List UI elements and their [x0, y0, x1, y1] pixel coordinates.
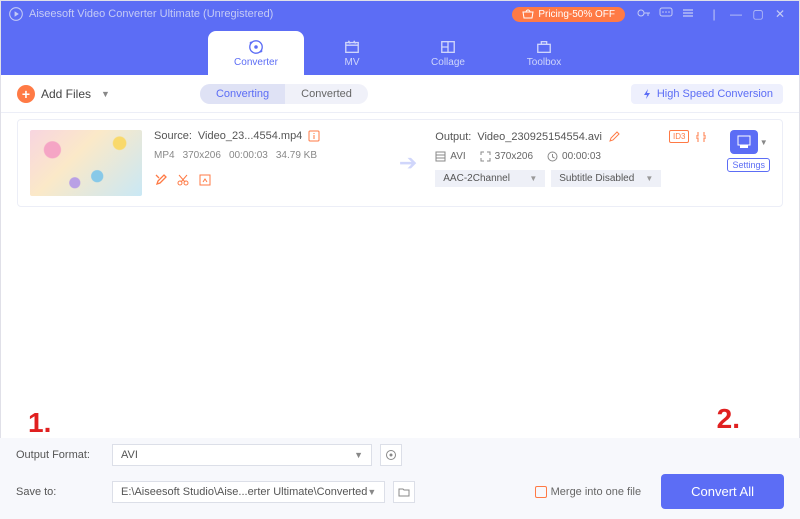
compress-icon[interactable] [695, 131, 707, 143]
format-profile-button[interactable] [730, 130, 758, 154]
source-block: Source: Video_23...4554.mp4 MP4 370x206 … [154, 130, 381, 187]
merge-checkbox[interactable]: Merge into one file [535, 486, 642, 498]
convert-all-button[interactable]: Convert All [661, 474, 784, 509]
clock-icon [547, 151, 558, 162]
source-duration: 00:00:03 [229, 150, 268, 161]
film-icon [435, 151, 446, 162]
output-filename: Video_230925154554.avi [477, 131, 602, 143]
audio-select[interactable]: AAC-2Channel▼ [435, 170, 545, 187]
toolbar: + Add Files ▼ Converting Converted High … [1, 75, 799, 113]
menu-icon[interactable] [677, 7, 699, 22]
open-folder-button[interactable] [393, 481, 415, 503]
output-duration: 00:00:03 [562, 151, 601, 162]
high-speed-button[interactable]: High Speed Conversion [631, 84, 783, 104]
settings-button[interactable]: Settings [727, 158, 770, 172]
output-format: AVI [450, 151, 465, 162]
source-format: MP4 [154, 150, 175, 161]
rename-icon[interactable] [608, 131, 620, 143]
info-icon[interactable] [308, 130, 320, 142]
enhance-icon[interactable] [198, 173, 212, 187]
chevron-down-icon: ▼ [101, 89, 110, 99]
video-thumbnail[interactable] [30, 130, 142, 196]
output-format-label: Output Format: [16, 449, 104, 461]
titlebar: Aiseesoft Video Converter Ultimate (Unre… [1, 1, 799, 27]
feedback-icon[interactable] [655, 7, 677, 22]
id3-badge[interactable]: ID3 [669, 130, 689, 143]
segment-converted[interactable]: Converted [285, 84, 368, 104]
maximize-button[interactable]: ▢ [747, 7, 769, 21]
output-format-settings-button[interactable] [380, 444, 402, 466]
annotation-1: 1. [28, 407, 51, 439]
tab-toolbox[interactable]: Toolbox [496, 31, 592, 75]
minimize-button[interactable]: — [725, 7, 747, 21]
settings-column: ▼ Settings [727, 130, 770, 172]
output-block: Output: Video_230925154554.avi ID3 AVI 3… [435, 130, 707, 187]
lightning-icon [641, 88, 653, 100]
app-logo-icon [9, 7, 23, 21]
source-label: Source: [154, 130, 192, 142]
edit-icon[interactable] [154, 173, 168, 187]
resolution-icon [480, 151, 491, 162]
app-title: Aiseesoft Video Converter Ultimate (Unre… [29, 8, 273, 20]
source-resolution: 370x206 [183, 150, 221, 161]
tab-collage[interactable]: Collage [400, 31, 496, 75]
output-format-select[interactable]: AVI▼ [112, 444, 372, 466]
file-row: Source: Video_23...4554.mp4 MP4 370x206 … [17, 119, 783, 207]
subtitle-select[interactable]: Subtitle Disabled▼ [551, 170, 661, 187]
pricing-button[interactable]: Pricing-50% OFF [512, 7, 625, 22]
bottom-panel: Output Format: AVI▼ Save to: E:\Aiseesof… [0, 438, 800, 519]
annotation-2: 2. [717, 403, 740, 435]
chevron-down-icon[interactable]: ▼ [760, 138, 768, 147]
tab-mv[interactable]: MV [304, 31, 400, 75]
key-icon[interactable] [633, 7, 655, 22]
tab-converter[interactable]: Converter [208, 31, 304, 75]
cut-icon[interactable] [176, 173, 190, 187]
add-files-button[interactable]: + Add Files ▼ [17, 85, 110, 103]
save-to-select[interactable]: E:\Aiseesoft Studio\Aise...erter Ultimat… [112, 481, 385, 503]
close-button[interactable]: ✕ [769, 7, 791, 21]
main-tabs: Converter MV Collage Toolbox [1, 27, 799, 75]
plus-icon: + [17, 85, 35, 103]
segment-converting[interactable]: Converting [200, 84, 285, 104]
status-segment: Converting Converted [200, 84, 368, 104]
output-label: Output: [435, 131, 471, 143]
source-size: 34.79 KB [276, 150, 317, 161]
source-filename: Video_23...4554.mp4 [198, 130, 302, 142]
save-to-label: Save to: [16, 486, 104, 498]
arrow-icon: ➔ [399, 150, 417, 176]
output-resolution: 370x206 [495, 151, 533, 162]
